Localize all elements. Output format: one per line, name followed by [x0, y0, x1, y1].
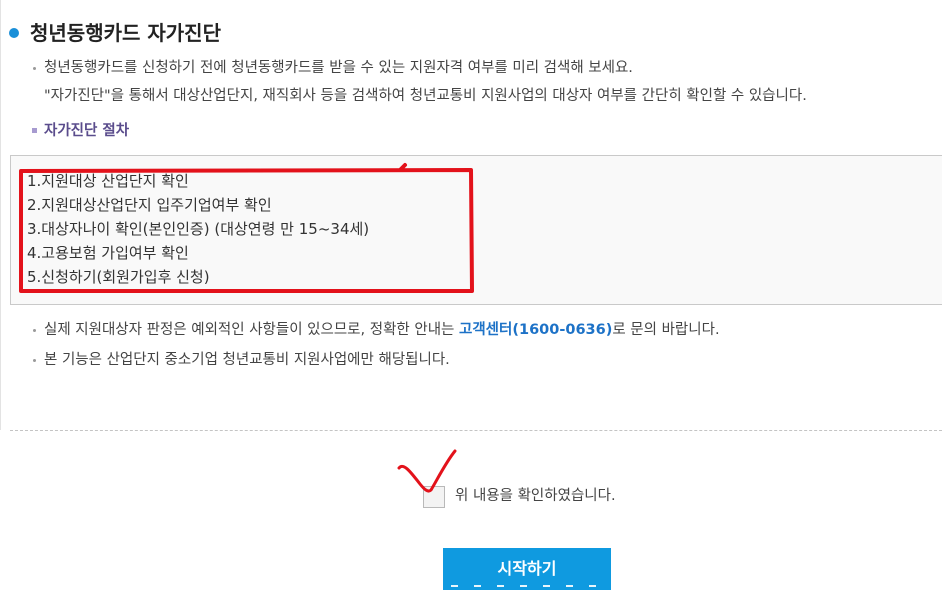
start-button-label: 시작하기	[497, 559, 557, 578]
frame-left-border	[0, 0, 1, 430]
procedure-heading: 자가진단 절차	[44, 123, 130, 139]
procedure-steps: 1.지원대상 산업단지 확인 2.지원대상산업단지 입주기업여부 확인 3.대상…	[27, 169, 369, 289]
note-text: 실제 지원대상자 판정은 예외적인 사항들이 있으므로, 정확한 안내는	[44, 322, 459, 338]
dashed-divider	[10, 430, 942, 431]
note-text: 로 문의 바랍니다.	[612, 322, 720, 338]
button-focus-dashes	[451, 585, 603, 587]
procedure-step: 3.대상자나이 확인(본인인증) (대상연령 만 15~34세)	[27, 220, 370, 238]
intro-line-2: "자가진단"을 통해서 대상산업단지, 재직회사 등을 검색하여 청년교통비 지…	[44, 88, 807, 104]
bullet-dot-icon	[33, 359, 36, 362]
start-button[interactable]: 시작하기	[443, 548, 611, 590]
title-bullet-icon	[9, 28, 19, 38]
procedure-box: 1.지원대상 산업단지 확인 2.지원대상산업단지 입주기업여부 확인 3.대상…	[10, 155, 942, 305]
agreement-checkbox[interactable]	[423, 486, 445, 508]
note-customer-center: 실제 지원대상자 판정은 예외적인 사항들이 있으므로, 정확한 안내는 고객센…	[44, 318, 720, 342]
square-bullet-icon	[32, 128, 37, 133]
customer-center-link[interactable]: 고객센터(1600-0636)	[459, 322, 612, 338]
bullet-dot-icon	[33, 67, 36, 70]
note-scope: 본 기능은 산업단지 중소기업 청년교통비 지원사업에만 해당됩니다.	[44, 352, 450, 368]
procedure-step: 5.신청하기(회원가입후 신청)	[27, 268, 210, 286]
page-title: 청년동행카드 자가진단	[30, 21, 221, 45]
procedure-step: 4.고용보험 가입여부 확인	[27, 244, 189, 262]
bullet-dot-icon	[33, 329, 36, 332]
procedure-step: 2.지원대상산업단지 입주기업여부 확인	[27, 196, 272, 214]
agreement-label[interactable]: 위 내용을 확인하였습니다.	[455, 484, 616, 508]
intro-line-1: 청년동행카드를 신청하기 전에 청년동행카드를 받을 수 있는 지원자격 여부를…	[44, 60, 633, 76]
procedure-step: 1.지원대상 산업단지 확인	[27, 172, 189, 190]
